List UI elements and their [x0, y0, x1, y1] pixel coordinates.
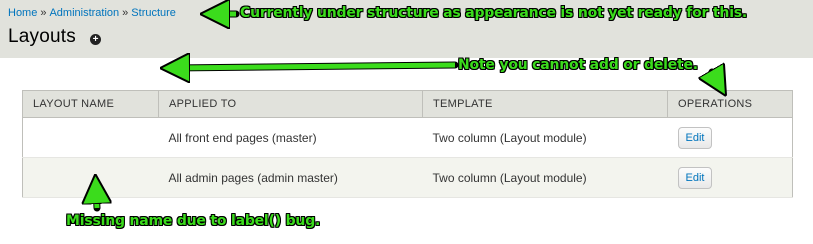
layout-name-cell	[22, 117, 159, 158]
layouts-admin-page: Home» Administration» Structure Layouts + …	[0, 0, 813, 244]
breadcrumb-separator: »	[40, 7, 47, 19]
annotation-structure-note: Currently under structure as appearance …	[240, 5, 748, 21]
breadcrumb-structure-link[interactable]: Structure	[131, 7, 176, 19]
layouts-table: LAYOUT NAME APPLIED TO TEMPLATE OPERATIO…	[22, 90, 793, 198]
table-row: All admin pages (admin master) Two colum…	[22, 157, 793, 198]
arrow-to-operations-icon	[712, 72, 720, 86]
annotation-missing-name-note: Missing name due to label() bug.	[66, 213, 321, 229]
edit-button[interactable]: Edit	[677, 166, 713, 189]
applied-to-cell: All admin pages (admin master)	[158, 157, 423, 198]
breadcrumb-administration-link[interactable]: Administration	[49, 7, 119, 19]
template-cell: Two column (Layout module)	[422, 117, 668, 158]
column-header-template: TEMPLATE	[422, 90, 668, 118]
table-header-row: LAYOUT NAME APPLIED TO TEMPLATE OPERATIO…	[22, 90, 793, 118]
applied-to-cell: All front end pages (master)	[158, 117, 423, 158]
breadcrumb-home-link[interactable]: Home	[8, 7, 37, 19]
template-cell: Two column (Layout module)	[422, 157, 668, 198]
annotation-add-delete-note: Note you cannot add or delete.	[458, 57, 698, 73]
arrow-to-add-area-icon	[172, 65, 459, 68]
edit-button[interactable]: Edit	[677, 126, 713, 149]
breadcrumb-separator: »	[122, 7, 129, 19]
column-header-applied-to: APPLIED TO	[158, 90, 423, 118]
breadcrumb: Home» Administration» Structure	[8, 7, 176, 19]
operations-cell: Edit	[667, 117, 793, 158]
layout-name-cell	[22, 157, 159, 198]
table-row: All front end pages (master) Two column …	[22, 117, 793, 158]
column-header-operations: OPERATIONS	[667, 90, 793, 118]
operations-cell: Edit	[667, 157, 793, 198]
page-title: Layouts	[8, 26, 76, 47]
column-header-layout-name: LAYOUT NAME	[22, 90, 159, 118]
add-shortcut-icon[interactable]: +	[90, 34, 101, 45]
